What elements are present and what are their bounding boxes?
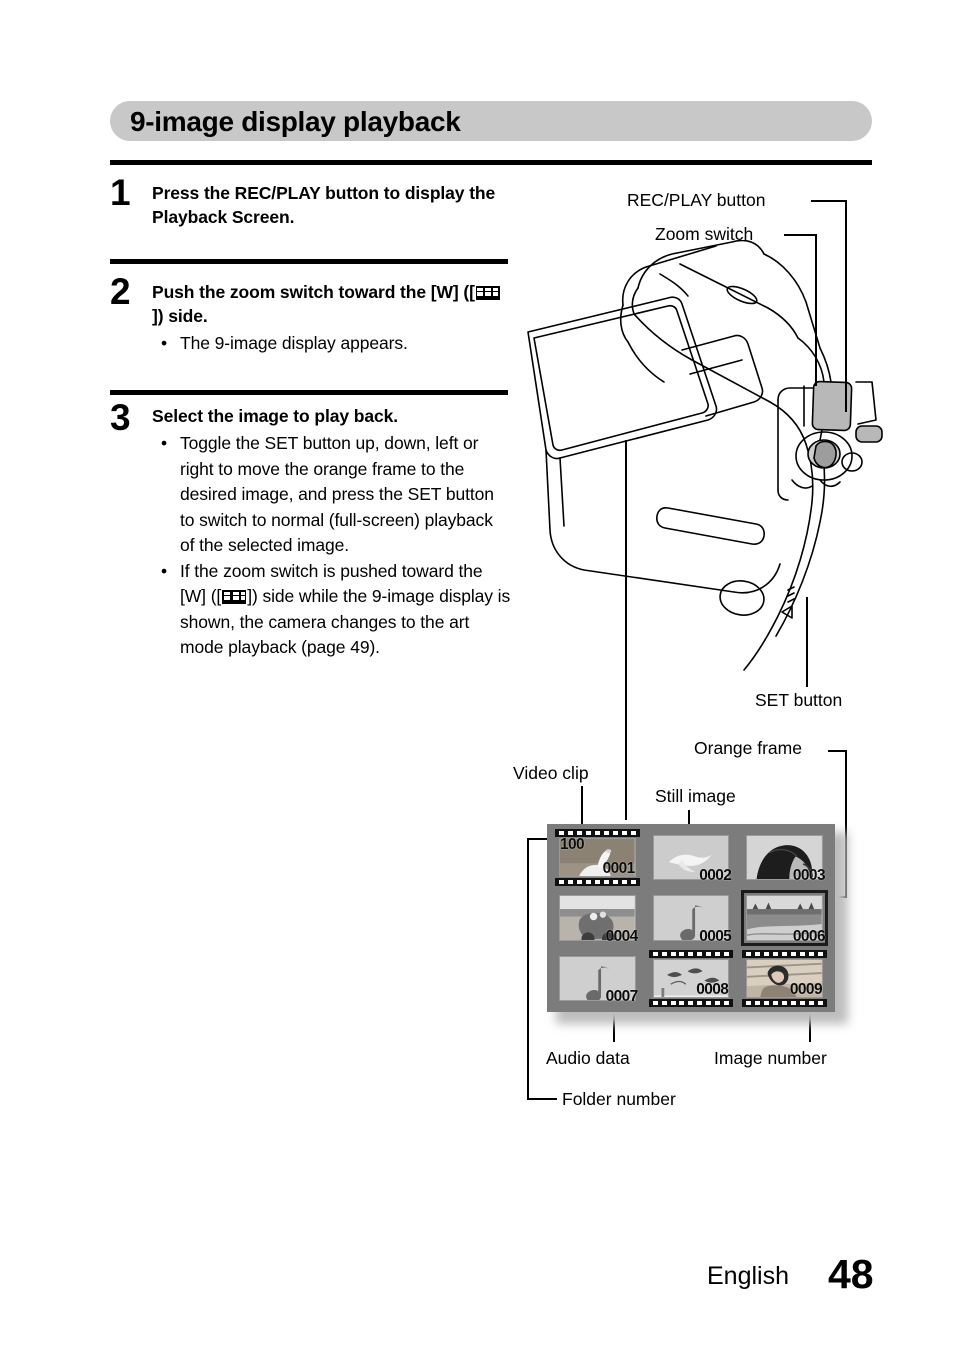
image-number-0004: 0004: [605, 927, 639, 945]
film-sprockets-top: [742, 949, 827, 958]
footer-language: English: [707, 1262, 789, 1290]
leader-folder-v: [527, 838, 529, 1100]
grid-cell-0002[interactable]: 0002: [646, 829, 737, 886]
film-sprockets-bottom: [555, 878, 640, 887]
divider-top: [110, 160, 872, 165]
step-2-heading: Push the zoom switch toward the [W] ([])…: [152, 280, 502, 328]
callout-orange-frame: Orange frame: [694, 738, 802, 758]
callout-image-number: Image number: [714, 1048, 827, 1068]
step-2-bullet-text: The 9-image display appears.: [180, 333, 408, 353]
step-3-heading: Select the image to play back.: [152, 406, 398, 426]
step-3-number: 3: [110, 397, 131, 438]
image-number-0005: 0005: [699, 927, 732, 945]
film-sprockets-bottom: [742, 998, 827, 1007]
step-2-heading-pre: Push the zoom switch toward the [W] ([: [152, 282, 475, 302]
leader-zoom-h: [784, 234, 817, 236]
image-number-0001: 0001: [602, 860, 636, 878]
nine-image-grid[interactable]: 100 0001 0002 0003 0004 0005 0006 0007 0…: [552, 829, 830, 1007]
leader-folder-h-bot: [527, 1098, 557, 1100]
divider-step-2: [110, 259, 508, 264]
step-3-bullet-1-text: Toggle the SET button up, down, left or …: [180, 433, 494, 555]
grid-cell-0005[interactable]: 0005: [646, 889, 737, 946]
callout-video-clip: Video clip: [513, 763, 589, 783]
footer-page-number: 48: [828, 1251, 874, 1297]
callout-zoom-switch: Zoom switch: [655, 224, 754, 244]
image-number-0003: 0003: [792, 867, 826, 885]
callout-audio-data: Audio data: [546, 1048, 630, 1068]
image-number-0006: 0006: [792, 927, 826, 945]
bullet-dot: •: [161, 433, 168, 453]
grid-cell-0008[interactable]: 0008: [646, 949, 737, 1007]
image-number-0008: 0008: [696, 980, 729, 998]
grid-cell-0001[interactable]: 100 0001: [552, 829, 643, 887]
nine-image-grid-icon: [222, 590, 247, 604]
leader-rec-play-h: [811, 200, 847, 202]
divider-step-3: [110, 390, 508, 395]
image-number-0002: 0002: [699, 867, 732, 885]
step-3-bullet-2: • If the zoom switch is pushed toward the…: [152, 559, 512, 661]
bullet-dot: •: [161, 560, 168, 581]
grid-cell-0006[interactable]: 0006: [739, 889, 830, 946]
callout-folder-number: Folder number: [562, 1089, 676, 1109]
page-title: 9-image display playback: [130, 106, 461, 137]
callout-rec-play-button: REC/PLAY button: [627, 190, 766, 210]
leader-set-v: [806, 597, 808, 687]
step-1-heading: Press the REC/PLAY button to display the…: [152, 183, 496, 227]
camera-illustration: [527, 240, 883, 671]
step-2-bullet: • The 9-image display appears.: [152, 331, 502, 357]
callout-set-button: SET button: [755, 690, 843, 710]
leader-lcd-v: [625, 440, 627, 820]
step-2-heading-post: ]) side.: [152, 306, 208, 326]
bullet-dot: •: [161, 333, 168, 353]
leader-rec-play-v: [845, 200, 847, 412]
grid-cell-0003[interactable]: 0003: [739, 829, 830, 886]
image-number-0009: 0009: [789, 980, 823, 998]
manual-page: 9-image display playback 1 Press the REC…: [0, 0, 954, 1345]
image-number-0007: 0007: [605, 987, 639, 1005]
grid-cell-0009[interactable]: 0009: [739, 949, 830, 1007]
leader-zoom-v: [815, 234, 817, 386]
film-sprockets-top: [648, 949, 734, 958]
step-3-bullet-1: • Toggle the SET button up, down, left or…: [152, 431, 512, 559]
grid-cell-0007[interactable]: 0007: [552, 950, 643, 1007]
callout-still-image: Still image: [655, 786, 736, 806]
film-sprockets-bottom: [648, 998, 734, 1007]
nine-image-grid-icon: [475, 286, 500, 300]
folder-number-value: 100: [560, 836, 585, 853]
step-2-number: 2: [110, 271, 131, 312]
grid-cell-0004[interactable]: 0004: [552, 889, 643, 946]
step-1-number: 1: [110, 172, 131, 213]
